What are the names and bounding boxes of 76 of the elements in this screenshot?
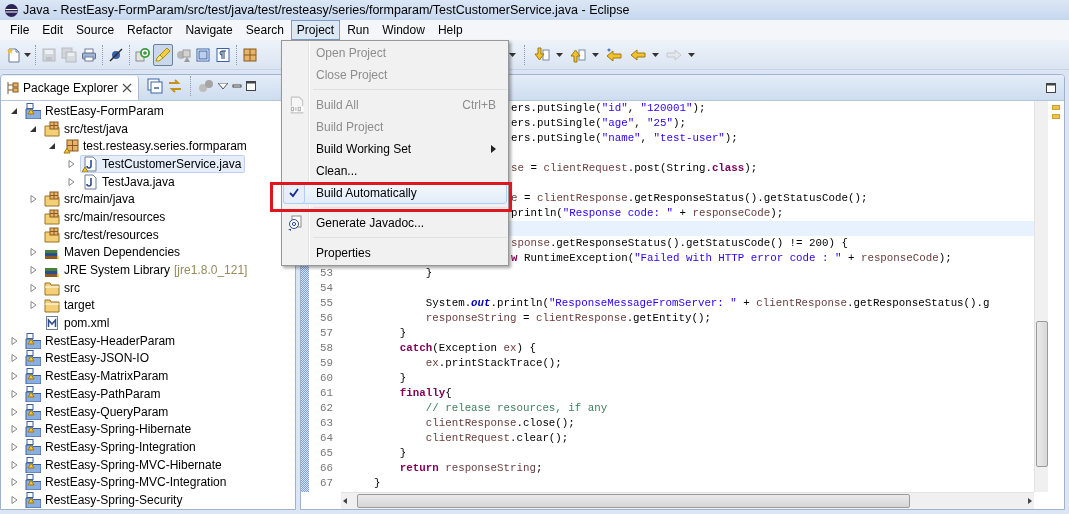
code-line: ers.putSingle("age", "25"); xyxy=(511,117,686,129)
line-number: 55 xyxy=(319,296,333,311)
tree-item[interactable]: RestEasy-MatrixParam xyxy=(23,367,173,386)
tree-item[interactable]: RestEasy-Spring-MVC-Hibernate xyxy=(23,455,226,474)
code-line: } xyxy=(398,327,407,339)
code-line: ers.putSingle("name", "test-user"); xyxy=(511,132,738,144)
line-number: 56 xyxy=(319,311,333,326)
tree-item[interactable]: src/main/resources xyxy=(42,207,170,226)
tree-item[interactable]: RestEasy-Spring-Integration xyxy=(23,437,200,456)
line-number: 57 xyxy=(319,326,333,341)
line-number: 54 xyxy=(319,281,333,296)
menu-item[interactable]: Run xyxy=(341,20,376,40)
menu-item[interactable]: File xyxy=(4,20,36,40)
code-line: return responseString; xyxy=(398,462,543,474)
tree-item[interactable]: target xyxy=(42,296,99,315)
menu-item[interactable]: Properties xyxy=(283,242,507,264)
menu-item[interactable]: Refactor xyxy=(121,20,179,40)
menu-item[interactable]: Build Working Set xyxy=(283,138,507,160)
code-line: ers.putSingle("id", "120001"); xyxy=(511,102,706,114)
tree-item[interactable]: JRE System Library [jre1.8.0_121] xyxy=(42,261,252,280)
tree-item[interactable]: RestEasy-Spring-Hibernate xyxy=(23,420,196,439)
tree-item[interactable]: RestEasy-HeaderParam xyxy=(23,331,180,350)
tree-item[interactable]: test.resteasy.series.formparam xyxy=(61,137,251,156)
view-tab[interactable]: Package Explorer xyxy=(1,76,139,100)
code-line: } xyxy=(398,447,407,459)
tree-item[interactable]: src xyxy=(42,278,84,297)
tree-item[interactable]: RestEasy-JSON-IO xyxy=(23,349,153,368)
menu-item[interactable]: Navigate xyxy=(179,20,239,40)
code-line: e = clientResponse.getResponseStatus().getStatusCode(); xyxy=(511,192,868,204)
tree-item[interactable]: RestEasy-FormParam xyxy=(23,101,168,120)
line-number: 64 xyxy=(319,431,333,446)
code-line: } xyxy=(398,372,407,384)
code-line: responseString = clientResponse.getEntity(); xyxy=(424,312,711,324)
code-line: ex.printStackTrace(); xyxy=(424,357,562,369)
code-line: w RuntimeException("Failed with HTTP error code : " + responseCode); xyxy=(511,252,952,264)
tree-item[interactable]: RestEasy-Spring-MVC-Integration xyxy=(23,473,231,492)
code-line: } xyxy=(372,477,381,489)
line-number: 67 xyxy=(319,476,333,491)
menu-item[interactable]: Clean... xyxy=(283,160,507,182)
code-line: finally{ xyxy=(398,387,452,399)
code-line: clientResponse.close(); xyxy=(424,417,575,429)
line-number: 53 xyxy=(319,266,333,281)
line-number: 60 xyxy=(319,371,333,386)
code-line: } xyxy=(424,267,433,279)
tree-item[interactable]: src/test/resources xyxy=(42,225,163,244)
code-line: se = clientRequest.post(String.class); xyxy=(511,162,758,174)
tree-item[interactable]: RestEasy-Spring-Security xyxy=(23,490,187,509)
tree-item[interactable]: src/test/java xyxy=(42,119,133,138)
line-number: 61 xyxy=(319,386,333,401)
menu-item[interactable]: Edit xyxy=(36,20,70,40)
line-number: 62 xyxy=(319,401,333,416)
menu-item[interactable]: Help xyxy=(431,20,469,40)
line-number: 63 xyxy=(319,416,333,431)
menu-item[interactable]: Project xyxy=(290,20,341,40)
tree-item[interactable]: pom.xml xyxy=(42,314,114,333)
tree-item[interactable]: src/main/java xyxy=(42,190,139,209)
tree-item[interactable]: RestEasy-QueryParam xyxy=(23,402,173,421)
menu-item[interactable]: Search xyxy=(239,20,290,40)
line-number: 58 xyxy=(319,341,333,356)
tree-item[interactable]: RestEasy-PathParam xyxy=(23,384,165,403)
code-line: clientRequest.clear(); xyxy=(424,432,569,444)
code-line: System.out.println("ResponseMessageFromServer: " + clientResponse.getResponseStatus().g xyxy=(424,297,990,309)
menu-item[interactable]: Source xyxy=(70,20,121,40)
line-number: 66 xyxy=(319,461,333,476)
code-line: println("Response code: " + responseCode); xyxy=(511,207,784,219)
menu-item[interactable]: Generate Javadoc... xyxy=(283,212,507,234)
code-line: sponse.getResponseStatus().getStatusCode() != 200) { xyxy=(511,237,848,249)
tree-item[interactable]: TestJava.java xyxy=(80,172,179,191)
line-number: 59 xyxy=(319,356,333,371)
code-line: catch(Exception ex) { xyxy=(398,342,536,354)
tree-item[interactable]: Maven Dependencies xyxy=(42,243,185,262)
menu-item[interactable]: Window xyxy=(376,20,431,40)
tree-item[interactable]: TestCustomerService.java xyxy=(80,154,246,173)
line-number: 65 xyxy=(319,446,333,461)
code-line: // release resources, if any xyxy=(424,402,608,414)
window-title: Java - RestEasy-FormParam/src/test/java/test/resteasy/series/formparam/TestCustomerService.java - Eclipse xyxy=(23,2,630,19)
